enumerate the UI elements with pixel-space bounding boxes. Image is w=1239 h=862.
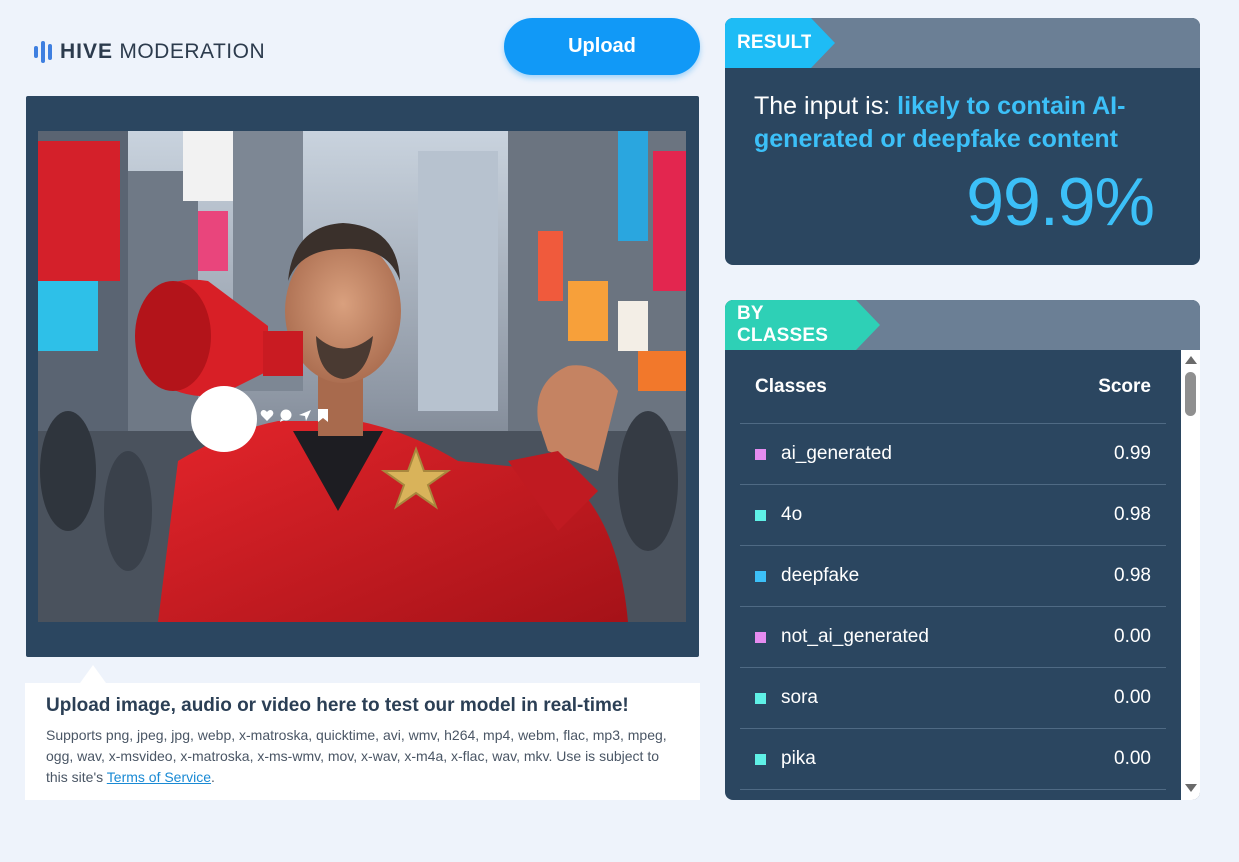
- class-color-swatch: [755, 692, 766, 704]
- hive-logo[interactable]: HIVE MODERATION: [34, 40, 265, 64]
- class-score: 0.98: [1114, 565, 1151, 586]
- class-score: 0.00: [1114, 748, 1151, 769]
- class-score: 0.00: [1114, 626, 1151, 647]
- class-color-swatch: [755, 631, 766, 643]
- upload-info-desc: Supports png, jpeg, jpg, webp, x-matrosk…: [46, 727, 667, 785]
- scroll-up-icon[interactable]: [1185, 356, 1197, 364]
- table-row: deepfake 0.98: [740, 546, 1166, 607]
- classes-scrollbar[interactable]: [1181, 350, 1200, 800]
- class-score: 0.99: [1114, 443, 1151, 464]
- heart-icon: [260, 410, 274, 421]
- class-color-swatch: [755, 753, 766, 765]
- image-preview-panel[interactable]: [26, 96, 699, 657]
- classes-tag: BY CLASSES: [725, 300, 880, 350]
- uploaded-image: [38, 131, 686, 622]
- result-percentage: 99.9%: [966, 164, 1155, 240]
- class-score: 0.98: [1114, 504, 1151, 525]
- table-row: 4o 0.98: [740, 485, 1166, 546]
- upload-info: Upload image, audio or video here to tes…: [25, 683, 700, 800]
- class-score: 0.00: [1114, 687, 1151, 708]
- classes-header: BY CLASSES: [725, 300, 1200, 350]
- result-header: RESULT: [725, 18, 1200, 68]
- score-column-header: Score: [1098, 375, 1151, 397]
- result-summary: The input is: likely to contain AI-gener…: [754, 92, 1126, 153]
- hive-logo-icon: [34, 40, 52, 64]
- info-caret: [80, 665, 106, 683]
- avatar: [191, 386, 257, 452]
- classes-table-header: Classes Score: [740, 350, 1166, 424]
- class-name: 4o: [781, 504, 803, 525]
- upload-button[interactable]: Upload: [504, 18, 700, 75]
- class-name: pika: [781, 748, 816, 769]
- table-row: pika 0.00: [740, 729, 1166, 790]
- result-tag: RESULT: [725, 18, 835, 68]
- class-color-swatch: [755, 448, 766, 460]
- class-color-swatch: [755, 509, 766, 521]
- table-row: ai_generated 0.99: [740, 424, 1166, 485]
- classes-panel[interactable]: BY CLASSES Classes Score ai_generated 0.9…: [725, 300, 1200, 800]
- table-row: sora 0.00: [740, 668, 1166, 729]
- bookmark-icon: [318, 409, 328, 422]
- classes-column-header: Classes: [755, 375, 827, 397]
- share-icon: [299, 410, 311, 421]
- classes-table-body: ai_generated 0.99 4o 0.98 deepfake 0.98 not…: [740, 424, 1166, 790]
- table-row: not_ai_generated 0.00: [740, 607, 1166, 668]
- class-color-swatch: [755, 570, 766, 582]
- result-panel: RESULT The input is: likely to contain A…: [725, 18, 1200, 265]
- upload-info-title: Upload image, audio or video here to tes…: [46, 695, 629, 716]
- scroll-thumb[interactable]: [1185, 372, 1196, 416]
- class-name: deepfake: [781, 565, 860, 586]
- terms-of-service-link[interactable]: Terms of Service: [107, 769, 211, 785]
- comment-icon: [280, 409, 292, 422]
- class-name: ai_generated: [781, 443, 892, 464]
- class-name: sora: [781, 687, 818, 708]
- scroll-down-icon[interactable]: [1185, 784, 1197, 792]
- class-name: not_ai_generated: [781, 626, 929, 647]
- brand-name: HIVE MODERATION: [60, 40, 266, 63]
